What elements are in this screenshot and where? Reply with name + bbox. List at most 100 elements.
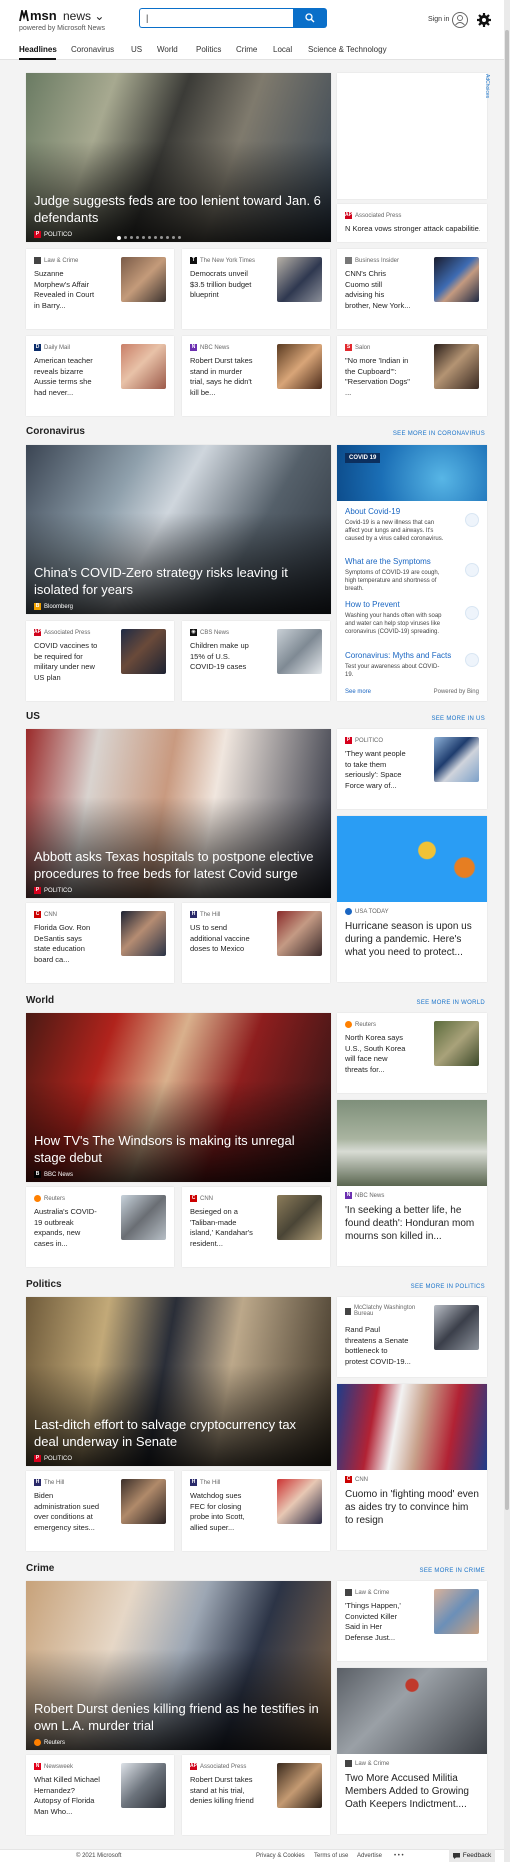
covid-item-myths[interactable]: Coronavirus: Myths and Facts Test your a… (345, 651, 479, 679)
section-title-world[interactable]: World (26, 995, 54, 1006)
news-card[interactable]: Business Insider CNN's Chris Cuomo still… (337, 249, 487, 329)
news-card[interactable]: D Daily Mail American teacher reveals biz… (26, 336, 174, 416)
news-card[interactable]: T The New York Times Democrats unveil $3.… (182, 249, 330, 329)
headline[interactable]: Besieged on a 'Taliban-made island,' Kan… (190, 1207, 256, 1249)
headline[interactable]: "No more 'Indian in the Cupboard'": "Res… (345, 356, 411, 398)
nav-coronavirus[interactable]: Coronavirus (71, 45, 114, 54)
nav-headlines[interactable]: Headlines (19, 45, 57, 54)
news-card[interactable]: Law & Crime Two More Accused Militia Mem… (337, 1668, 487, 1834)
headline[interactable]: Suzanne Morphew's Affair Revealed in Cou… (34, 269, 100, 311)
hero-card[interactable]: How TV's The Windsors is making its unre… (26, 1013, 331, 1182)
ad-slot[interactable] (337, 73, 487, 199)
search-button[interactable] (293, 8, 327, 28)
hero-card[interactable]: Robert Durst denies killing friend as he… (26, 1581, 331, 1750)
headline[interactable]: Cuomo in 'fighting mood' even as aides t… (345, 1488, 479, 1527)
see-more-link[interactable]: See more (345, 689, 371, 695)
headline[interactable]: US to send additional vaccine doses to M… (190, 923, 256, 955)
see-more-politics-link[interactable]: SEE MORE IN POLITICS (411, 1284, 485, 1290)
msn-logo[interactable]: msn news ⌄ powered by Microsoft News (19, 6, 129, 36)
news-card[interactable]: AP Associated Press Robert Durst takes st… (182, 1755, 330, 1835)
scrollbar[interactable] (504, 0, 510, 1862)
news-card[interactable]: ◉ CBS News Children make up 15% of U.S. C… (182, 621, 330, 701)
headline[interactable]: 'Things Happen,' Convicted Killer Said i… (345, 1601, 411, 1643)
nav-crime[interactable]: Crime (236, 45, 257, 54)
news-card[interactable]: Reuters Australia's COVID-19 outbreak ex… (26, 1187, 174, 1267)
nav-science-technology[interactable]: Science & Technology (308, 45, 387, 54)
see-more-coronavirus-link[interactable]: SEE MORE IN CORONAVIRUS (393, 431, 485, 437)
headline[interactable]: Robert Durst denies killing friend as he… (34, 1700, 321, 1734)
headline[interactable]: Children make up 15% of U.S. COVID-19 ca… (190, 641, 256, 673)
headline[interactable]: Abbott asks Texas hospitals to postpone … (34, 848, 321, 882)
advertise-link[interactable]: Advertise (357, 1853, 382, 1859)
news-card[interactable]: AP Associated Press COVID vaccines to be … (26, 621, 174, 701)
section-title-politics[interactable]: Politics (26, 1279, 62, 1290)
news-card[interactable]: AP Associated Press N Korea vows stronger… (337, 204, 487, 242)
headline[interactable]: What Killed Michael Hernandez? Autopsy o… (34, 1775, 100, 1817)
headline[interactable]: Australia's COVID-19 outbreak expands, n… (34, 1207, 100, 1249)
news-card[interactable]: Law & Crime Suzanne Morphew's Affair Rev… (26, 249, 174, 329)
headline[interactable]: Florida Gov. Ron DeSantis says state edu… (34, 923, 100, 965)
news-card[interactable]: C CNN Cuomo in 'fighting mood' even as ai… (337, 1384, 487, 1550)
news-card[interactable]: H The Hill Watchdog sues FEC for closing … (182, 1471, 330, 1551)
section-title-coronavirus[interactable]: Coronavirus (26, 426, 85, 437)
avatar[interactable] (452, 12, 468, 28)
hero-card[interactable]: China's COVID-Zero strategy risks leavin… (26, 445, 331, 614)
carousel-dots[interactable] (117, 235, 181, 240)
headline[interactable]: North Korea says U.S., South Korea will … (345, 1033, 411, 1075)
news-card[interactable]: Law & Crime 'Things Happen,' Convicted K… (337, 1581, 487, 1661)
covid-item-symptoms[interactable]: What are the Symptoms Symptoms of COVID-… (345, 557, 479, 593)
headline[interactable]: Rand Paul threatens a Senate bottleneck … (345, 1325, 411, 1367)
nav-local[interactable]: Local (273, 45, 292, 54)
headline[interactable]: CNN's Chris Cuomo still advising his bro… (345, 269, 411, 311)
news-card[interactable]: USA TODAY Hurricane season is upon us du… (337, 816, 487, 982)
headline[interactable]: 'In seeking a better life, he found deat… (345, 1204, 479, 1243)
headline[interactable]: COVID vaccines to be required for milita… (34, 641, 100, 683)
news-card[interactable]: P POLITICO 'They want people to take them… (337, 729, 487, 809)
search-input[interactable]: | (139, 8, 293, 28)
hero-card[interactable]: Last-ditch effort to salvage cryptocurre… (26, 1297, 331, 1466)
hero-card[interactable]: Abbott asks Texas hospitals to postpone … (26, 729, 331, 898)
see-more-world-link[interactable]: SEE MORE IN WORLD (417, 1000, 485, 1006)
headline[interactable]: N Korea vows stronger attack capabilitie… (345, 224, 480, 235)
terms-link[interactable]: Terms of use (314, 1853, 348, 1859)
more-options-icon[interactable]: • • • (394, 1853, 404, 1859)
headline[interactable]: Hurricane season is upon us during a pan… (345, 920, 479, 959)
news-card[interactable]: N NBC News Robert Durst takes stand in mu… (182, 336, 330, 416)
scrollbar-thumb[interactable] (505, 30, 509, 1510)
headline[interactable]: Biden administration sued over condition… (34, 1491, 100, 1533)
section-title-crime[interactable]: Crime (26, 1563, 54, 1574)
privacy-link[interactable]: Privacy & Cookies (256, 1853, 305, 1859)
news-card[interactable]: C CNN Besieged on a 'Taliban-made island,… (182, 1187, 330, 1267)
headline[interactable]: 'They want people to take them seriously… (345, 749, 411, 791)
news-card[interactable]: C CNN Florida Gov. Ron DeSantis says stat… (26, 903, 174, 983)
chevron-down-icon[interactable]: ⌄ (94, 9, 104, 23)
hero-card[interactable]: Judge suggests feds are too lenient towa… (26, 73, 331, 242)
nav-world[interactable]: World (157, 45, 178, 54)
headline[interactable]: American teacher reveals bizarre Aussie … (34, 356, 100, 398)
headline[interactable]: Watchdog sues FEC for closing probe into… (190, 1491, 256, 1533)
news-card[interactable]: S Salon "No more 'Indian in the Cupboard'… (337, 336, 487, 416)
news-card[interactable]: N Newsweek What Killed Michael Hernandez?… (26, 1755, 174, 1835)
section-title-us[interactable]: US (26, 711, 40, 722)
headline[interactable]: China's COVID-Zero strategy risks leavin… (34, 564, 321, 598)
see-more-us-link[interactable]: SEE MORE IN US (431, 716, 485, 722)
headline[interactable]: Last-ditch effort to salvage cryptocurre… (34, 1416, 321, 1450)
headline[interactable]: Two More Accused Militia Members Added t… (345, 1772, 479, 1811)
nav-politics[interactable]: Politics (196, 45, 221, 54)
news-card[interactable]: H The Hill US to send additional vaccine … (182, 903, 330, 983)
news-card[interactable]: N NBC News 'In seeking a better life, he … (337, 1100, 487, 1266)
gear-icon[interactable] (476, 12, 492, 28)
headline[interactable]: How TV's The Windsors is making its unre… (34, 1132, 321, 1166)
headline[interactable]: Democrats unveil $3.5 trillion budget bl… (190, 269, 256, 301)
adchoices-link[interactable]: AdChoices (484, 74, 490, 98)
covid-item-prevent[interactable]: How to Prevent Washing your hands often … (345, 600, 479, 636)
headline[interactable]: Robert Durst takes stand at his trial, d… (190, 1775, 256, 1807)
see-more-crime-link[interactable]: SEE MORE IN CRIME (420, 1568, 485, 1574)
feedback-button[interactable]: Feedback (449, 1849, 495, 1862)
headline[interactable]: Judge suggests feds are too lenient towa… (34, 192, 321, 226)
headline[interactable]: Robert Durst takes stand in murder trial… (190, 356, 256, 398)
news-card[interactable]: McClatchy Washington Bureau Rand Paul th… (337, 1297, 487, 1377)
sign-in-link[interactable]: Sign in (428, 16, 449, 23)
covid-item-about[interactable]: About Covid-19 Covid-19 is a new illness… (345, 507, 479, 543)
nav-us[interactable]: US (131, 45, 142, 54)
